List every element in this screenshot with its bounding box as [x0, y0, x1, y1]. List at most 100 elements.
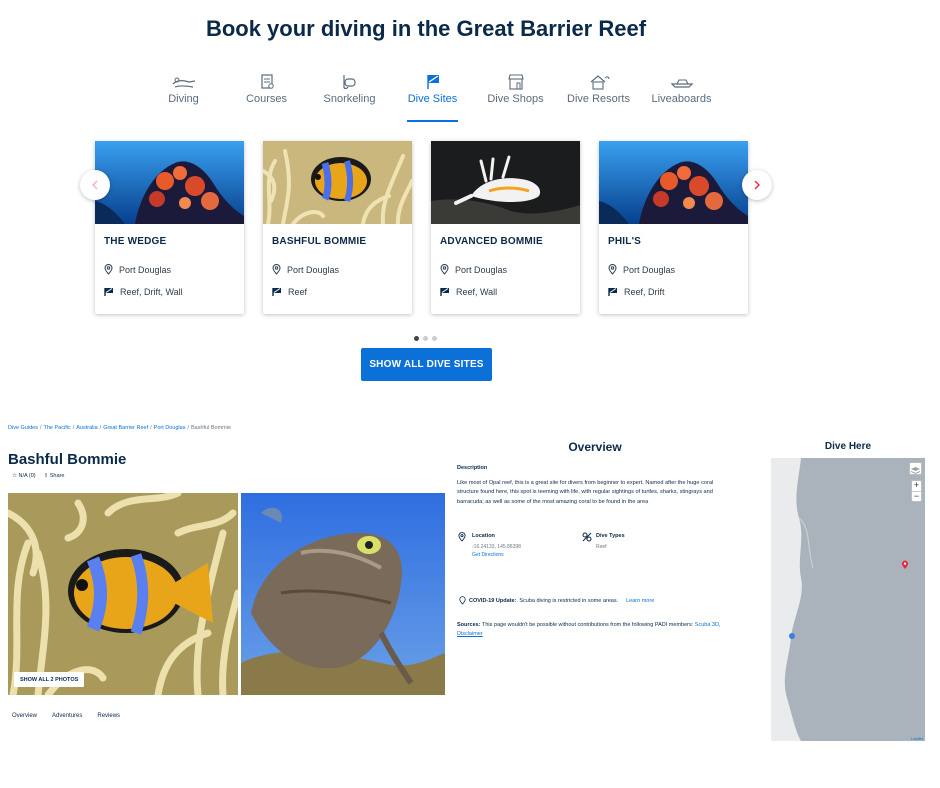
page-title: Bashful Bommie [8, 451, 127, 468]
dive-site-carousel: THE WEDGE Port Douglas Reef, Drift, Wall… [95, 141, 755, 315]
sources-note: Sources: This page wouldn't be possible … [457, 622, 721, 637]
tab-dive-shops[interactable]: Dive Shops [474, 70, 557, 122]
tab-courses[interactable]: Courses [225, 70, 308, 122]
map-tiles [771, 458, 925, 741]
location-label: Location [472, 533, 495, 539]
dive-types-icon [582, 532, 592, 542]
carousel-next-button[interactable] [742, 170, 772, 200]
description-text: Like most of Opal reef, this is a great … [457, 480, 714, 505]
dive-flag-icon [608, 288, 617, 296]
coral-reef-photo [95, 141, 244, 224]
dive-flag-icon [440, 288, 449, 296]
card-title: PHIL'S [608, 236, 642, 247]
learn-more-link[interactable]: Learn more [626, 598, 654, 604]
boat-icon [670, 79, 693, 88]
pagination-dot[interactable] [414, 336, 419, 341]
dive-site-card[interactable]: BASHFUL BOMMIE Port Douglas Reef [263, 141, 412, 314]
resort-icon [590, 75, 609, 90]
card-location: Port Douglas [623, 264, 676, 275]
map-pin-icon [608, 264, 617, 275]
category-tabs: Diving Courses Snorkeling Dive Sites Div… [142, 70, 724, 122]
covid-notice: COVID-19 Update: Scuba diving is restric… [459, 596, 654, 605]
card-location: Port Douglas [119, 264, 172, 275]
breadcrumb-link[interactable]: Great Barrier Reef [103, 425, 148, 431]
card-title: THE WEDGE [104, 236, 167, 247]
dive-flag-icon [104, 288, 113, 296]
map-pin-icon [459, 596, 466, 605]
share-button[interactable]: ⇧ Share [44, 473, 65, 479]
carousel-prev-button[interactable] [80, 170, 110, 200]
snorkel-mask-icon [342, 75, 356, 90]
card-dive-types: Reef, Drift [624, 287, 665, 297]
breadcrumb-current: Bashful Bommie [190, 425, 232, 431]
dive-types-value: Reef [596, 544, 607, 550]
card-location: Port Douglas [455, 264, 508, 275]
map-layers-button[interactable] [909, 462, 922, 475]
hero-title: Book your diving in the Great Barrier Re… [205, 16, 647, 41]
map-attribution[interactable]: Leaflet [911, 736, 923, 741]
card-title: BASHFUL BOMMIE [272, 236, 367, 247]
card-dive-types: Reef, Drift, Wall [120, 287, 183, 297]
chevron-left-icon [92, 180, 98, 190]
tab-liveaboards[interactable]: Liveaboards [640, 70, 723, 122]
rating-button[interactable]: ☆ N/A (0) [12, 473, 36, 479]
card-dive-types: Reef [288, 287, 308, 297]
dive-site-map[interactable]: + − Leaflet [771, 458, 925, 741]
tab-overview[interactable]: Overview [12, 713, 37, 719]
dive-here-heading: Dive Here [824, 441, 872, 452]
covid-text: Scuba diving is restricted in some areas… [519, 597, 619, 604]
dive-flag-icon [426, 75, 439, 89]
tab-dive-sites[interactable]: Dive Sites [391, 70, 474, 122]
card-location: Port Douglas [287, 264, 340, 275]
location-info: Location -16.24133, 145.86398 Get Direct… [458, 532, 521, 558]
map-pin-icon [440, 264, 449, 275]
cuttlefish-photo[interactable] [241, 493, 445, 695]
dive-flag-icon [272, 288, 281, 296]
get-directions-link[interactable]: Get Directions [472, 552, 521, 558]
clownfish-photo [263, 141, 412, 224]
zoom-out-button[interactable]: − [912, 491, 921, 501]
breadcrumb-link[interactable]: Australia [76, 425, 97, 431]
map-pin-icon [458, 532, 466, 542]
site-meta: ☆ N/A (0) ⇧ Share [12, 473, 64, 479]
shop-icon [507, 74, 524, 90]
carousel-pagination [414, 336, 437, 341]
map-zoom-control: + − [911, 480, 922, 502]
show-all-dive-sites-button[interactable]: SHOW ALL DIVE SITES [361, 348, 492, 381]
chevron-right-icon [754, 180, 760, 190]
layers-icon [910, 467, 921, 475]
tab-reviews[interactable]: Reviews [97, 713, 120, 719]
overview-heading: Overview [568, 440, 622, 454]
show-all-photos-button[interactable]: SHOW ALL 2 PHOTOS [14, 672, 85, 687]
pagination-dot[interactable] [432, 336, 437, 341]
zoom-in-button[interactable]: + [912, 481, 921, 491]
location-coordinates: -16.24133, 145.86398 [472, 544, 521, 550]
tab-adventures[interactable]: Adventures [52, 713, 82, 719]
tab-diving[interactable]: Diving [142, 70, 225, 122]
disclaimer-link[interactable]: Disclaimer [457, 631, 483, 637]
breadcrumb-link[interactable]: Dive Guides [8, 425, 38, 431]
dive-site-pin-icon[interactable] [901, 560, 909, 570]
tab-snorkeling[interactable]: Snorkeling [308, 70, 391, 122]
scuba-3d-link[interactable]: Scuba 3D [695, 622, 719, 628]
certificate-icon [260, 74, 274, 89]
breadcrumb-link[interactable]: The Pacific [44, 425, 71, 431]
map-pin-icon [104, 264, 113, 275]
description-label: Description [457, 465, 488, 471]
clownfish-photo[interactable] [8, 493, 238, 695]
nudibranch-photo [431, 141, 580, 224]
dive-site-card[interactable]: PHIL'S Port Douglas Reef, Drift [599, 141, 748, 314]
sources-text: This page wouldn't be possible without c… [481, 622, 694, 628]
breadcrumb-link[interactable]: Port Douglas [154, 425, 186, 431]
coral-reef-photo [599, 141, 748, 224]
pagination-dot[interactable] [423, 336, 428, 341]
dive-types-label: Dive Types [596, 533, 625, 539]
dive-site-card[interactable]: ADVANCED BOMMIE Port Douglas Reef, Wall [431, 141, 580, 314]
card-dive-types: Reef, Wall [456, 287, 498, 297]
dive-site-card[interactable]: THE WEDGE Port Douglas Reef, Drift, Wall [95, 141, 244, 314]
site-tabs: Overview Adventures Reviews [12, 713, 120, 719]
tab-dive-resorts[interactable]: Dive Resorts [557, 70, 640, 122]
sources-label: Sources: [457, 622, 481, 628]
card-title: ADVANCED BOMMIE [440, 236, 543, 247]
diver-icon [172, 77, 195, 88]
